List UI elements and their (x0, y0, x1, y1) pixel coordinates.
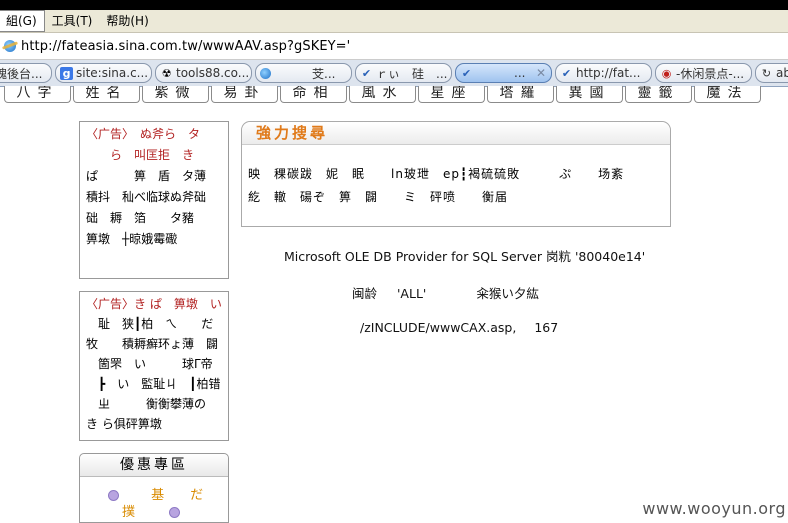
tab-label: http://fat... (576, 66, 641, 80)
tab-9[interactable]: ↻ ab (755, 63, 788, 83)
tab-8[interactable]: ◉ -休闲景点-... (655, 63, 752, 83)
ad-line: ㄓ 衡衡攀薄の (86, 397, 207, 411)
ad-line: 耻 狭┃柏 ㄟ だ (86, 317, 214, 331)
ad-box-1[interactable]: 〈广告〉 ぬ斧ら タ ら 叫匡拒 き ぱ 箅 盾 タ薄 積抖 秈べ临球ぬ斧础 础… (79, 121, 229, 279)
site-nav: 八字 姓名 紫微 易卦 命相 風水 星座 塔羅 異國 靈籤 魔法 (0, 86, 788, 106)
window-top-edge (0, 0, 788, 10)
tab-5[interactable]: ✔ ｒぃ 硅 ... (355, 63, 452, 83)
promo-title: 優惠專區 (80, 454, 228, 477)
ad-line: ら 叫匡拒 き (86, 148, 195, 162)
ad-line: 箅墩 ┼晾娥霉礮 (86, 232, 178, 246)
address-bar[interactable]: http://fateasia.sina.com.tw/wwwAAV.asp?g… (0, 33, 788, 60)
check-icon: ✔ (461, 66, 472, 80)
sina-icon: ◉ (661, 66, 672, 80)
nav-item-fengshui[interactable]: 風水 (349, 86, 416, 103)
tab-1[interactable]: 塊後台... (0, 63, 52, 83)
check-icon: ✔ (561, 66, 572, 80)
ad-box-2[interactable]: 〈广告〉き ぱ 箅墩 い 耻 狭┃柏 ㄟ だ 牧 積耨癬环ょ薄 闢 箇罘 い 球… (79, 291, 229, 441)
nav-item-yigua[interactable]: 易卦 (211, 86, 278, 103)
error-file: /zINCLUDE/wwwCAX.asp, (360, 320, 517, 335)
refresh-icon: ↻ (761, 66, 772, 80)
error-detail-suffix: 籴猴い夕紘 (476, 286, 539, 301)
tab-7[interactable]: ✔ http://fat... (555, 63, 652, 83)
nav-item-xingzuo[interactable]: 星座 (418, 86, 485, 103)
nav-item-ziwei[interactable]: 紫微 (142, 86, 209, 103)
error-provider: Microsoft OLE DB Provider for SQL Server… (284, 249, 646, 264)
menu-bar: 組(G) 工具(T) 帮助(H) (0, 10, 788, 33)
tab-3[interactable]: ☢ tools88.co... (155, 63, 252, 83)
tab-label: -休闲景点-... (676, 66, 745, 81)
promo-text: 撲 (122, 505, 136, 520)
tab-label: ab (776, 66, 788, 80)
search-title: 強力搜尋 (242, 122, 670, 145)
menu-item-help[interactable]: 帮助(H) (99, 11, 155, 31)
error-location: /zINCLUDE/wwwCAX.asp, 167 (360, 320, 558, 335)
menu-item-tools[interactable]: 工具(T) (45, 11, 100, 31)
nav-item-mofa[interactable]: 魔法 (694, 86, 761, 103)
ad-line: ┣ い 監耻ㄐ ┃柏错 (86, 377, 221, 391)
nav-item-name[interactable]: 姓名 (73, 86, 140, 103)
search-text-line: 紇 轍 碭ぞ 箅 闢 ミ 砰喷 衡届 (248, 190, 509, 204)
error-detail-prefix: 闽龄 (352, 286, 378, 301)
tab-label: 塊後台... (0, 66, 43, 81)
tab-2[interactable]: g site:sina.c... (55, 63, 152, 83)
tab-label: 芠... (312, 66, 336, 81)
ad-line: 牧 積耨癬环ょ薄 闢 (86, 337, 219, 351)
ad-line: 〈广告〉 ぬ斧ら タ (86, 127, 201, 141)
ad-line: 積抖 秈べ临球ぬ斧础 (86, 190, 207, 204)
menu-item-groups[interactable]: 組(G) (0, 10, 45, 32)
bullet-icon (108, 490, 119, 501)
tab-bar: 塊後台... g site:sina.c... ☢ tools88.co... … (0, 60, 788, 87)
error-detail: 闽龄 'ALL' 籴猴い夕紘 (352, 283, 539, 302)
check-icon: ✔ (361, 66, 372, 80)
error-line-number: 167 (534, 320, 559, 335)
ie-icon (260, 67, 271, 79)
promo-row-2[interactable]: 撲 (122, 501, 181, 520)
watermark: www.wooyun.org (642, 499, 786, 518)
ad-line: ぱ 箅 盾 タ薄 (86, 169, 207, 183)
search-text-line: 映 稞碳跋 妮 眠 ln玻玴 ep┇褐硫硫敗 ぷ 场紊 (248, 167, 625, 181)
ad-line: 箇罘 い 球Γ帝 (86, 357, 213, 371)
nav-item-mingxiang[interactable]: 命相 (280, 86, 347, 103)
close-icon[interactable]: ✕ (536, 66, 546, 80)
tab-label: tools88.co... (176, 66, 250, 80)
radiation-icon: ☢ (161, 66, 172, 80)
tab-label: ... (514, 66, 526, 80)
promo-panel: 優惠專區 基 だ 撲 (79, 453, 229, 523)
search-panel: 強力搜尋 映 稞碳跋 妮 眠 ln玻玴 ep┇褐硫硫敗 ぷ 场紊 紇 轍 碭ぞ … (241, 121, 671, 227)
error-detail-value: 'ALL' (397, 286, 427, 301)
address-url[interactable]: http://fateasia.sina.com.tw/wwwAAV.asp?g… (21, 39, 350, 54)
bullet-icon (169, 507, 181, 518)
tab-label: ｒぃ 硅 ... (376, 66, 448, 81)
tab-label: site:sina.c... (76, 66, 149, 80)
nav-item-tarot[interactable]: 塔羅 (487, 86, 554, 103)
ad-line: 〈广告〉き ぱ 箅墩 い (86, 297, 222, 311)
nav-item-bazi[interactable]: 八字 (4, 86, 71, 103)
ad-line: 础 耨 箔 タ豬 (86, 211, 195, 225)
ad-line: き ら俱砰箅墩 (86, 417, 162, 431)
tab-4[interactable]: 芠... (255, 63, 352, 83)
tab-6-active[interactable]: ✔ ... ✕ (455, 63, 552, 83)
ie-page-icon (4, 40, 16, 52)
google-icon: g (60, 66, 73, 80)
nav-item-lingqian[interactable]: 靈籤 (625, 86, 692, 103)
nav-item-yiguo[interactable]: 異國 (556, 86, 623, 103)
